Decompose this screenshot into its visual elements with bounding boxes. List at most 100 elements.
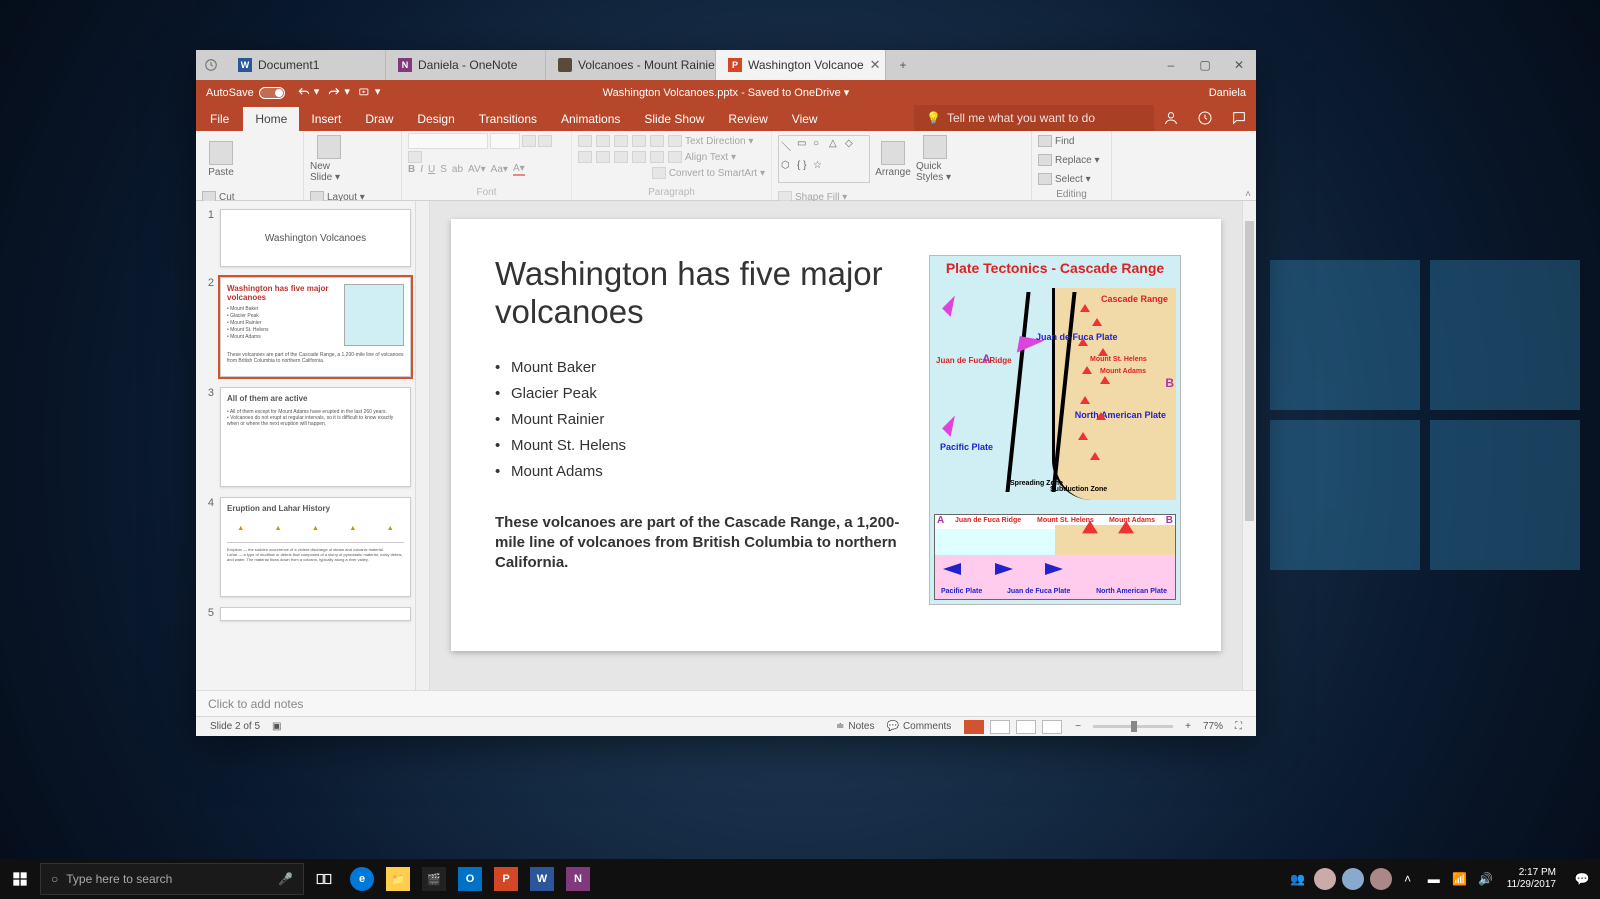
notes-toggle[interactable]: ≐ Notes	[830, 721, 881, 732]
thumbnail-scrollbar[interactable]	[416, 201, 430, 690]
notes-pane[interactable]: Click to add notes	[196, 690, 1256, 716]
taskbar-search[interactable]: ○ Type here to search 🎤	[40, 863, 304, 895]
slide-thumb-3[interactable]: All of them are active • All of them exc…	[220, 387, 411, 487]
slide-thumb-2[interactable]: Washington has five major volcanoes • Mo…	[220, 277, 411, 377]
font-family-input[interactable]	[408, 133, 488, 149]
taskbar-word[interactable]: W	[525, 862, 559, 896]
close-button[interactable]: ✕	[1222, 50, 1256, 80]
font-color-button[interactable]: A▾	[513, 163, 525, 176]
slide-paragraph[interactable]: These volcanoes are part of the Cascade …	[495, 513, 905, 574]
taskbar-explorer[interactable]: 📁	[381, 862, 415, 896]
tab-slideshow[interactable]: Slide Show	[632, 107, 716, 131]
underline-button[interactable]: U	[428, 164, 435, 175]
zoom-in-button[interactable]: +	[1179, 721, 1197, 732]
columns-icon[interactable]	[650, 151, 664, 163]
tab-animations[interactable]: Animations	[549, 107, 632, 131]
align-right-icon[interactable]	[614, 151, 628, 163]
taskbar-edge[interactable]: e	[345, 862, 379, 896]
taskbar-movies[interactable]: 🎬	[417, 862, 451, 896]
slide-thumb-4[interactable]: Eruption and Lahar History ▲▲▲▲▲ Eruptio…	[220, 497, 411, 597]
normal-view-button[interactable]	[964, 720, 984, 734]
char-spacing-button[interactable]: AV▾	[468, 164, 486, 175]
align-center-icon[interactable]	[596, 151, 610, 163]
tab-review[interactable]: Review	[716, 107, 779, 131]
increase-indent-icon[interactable]	[632, 135, 646, 147]
minimize-button[interactable]: –	[1154, 50, 1188, 80]
taskbar-clock[interactable]: 2:17 PM 11/29/2017	[1499, 867, 1564, 891]
tab-insert[interactable]: Insert	[299, 107, 353, 131]
tab-home[interactable]: Home	[243, 107, 299, 131]
bold-button[interactable]: B	[408, 164, 415, 175]
start-button[interactable]	[0, 859, 40, 899]
comments-toggle[interactable]: 💬 Comments	[880, 721, 957, 732]
people-contact-3[interactable]	[1370, 868, 1392, 890]
people-contact-1[interactable]	[1314, 868, 1336, 890]
zoom-level[interactable]: 77%	[1197, 721, 1229, 732]
strikethrough-button[interactable]: S	[440, 164, 447, 175]
tab-view[interactable]: View	[780, 107, 830, 131]
people-contact-2[interactable]	[1342, 868, 1364, 890]
line-spacing-icon[interactable]	[650, 135, 664, 147]
tell-me-search[interactable]: 💡 Tell me what you want to do	[914, 105, 1154, 131]
decrease-font-icon[interactable]	[538, 135, 552, 147]
text-direction-button[interactable]: Text Direction ▾	[668, 133, 753, 149]
comments-icon[interactable]	[1222, 105, 1256, 131]
recent-activity-icon[interactable]	[196, 50, 226, 80]
document-title[interactable]: Washington Volcanoes.pptx - Saved to One…	[603, 86, 850, 99]
mic-icon[interactable]: 🎤	[278, 872, 293, 886]
find-button[interactable]: Find	[1038, 133, 1105, 149]
tab-nps[interactable]: Volcanoes - Mount Rainie	[546, 50, 716, 80]
tray-overflow-icon[interactable]: ˄	[1395, 872, 1421, 886]
replace-button[interactable]: Replace ▾	[1038, 152, 1105, 168]
justify-icon[interactable]	[632, 151, 646, 163]
fit-to-window-button[interactable]: ⛶	[1229, 721, 1248, 732]
accessibility-checker-icon[interactable]: ▣	[266, 721, 287, 732]
slide-thumb-1[interactable]: Washington Volcanoes	[220, 209, 411, 267]
paste-button[interactable]: Paste	[202, 133, 240, 185]
canvas-scrollbar[interactable]	[1242, 201, 1256, 690]
shapes-gallery[interactable]: ＼▭○△ ◇⬡{ }☆	[778, 135, 870, 183]
tab-document1[interactable]: W Document1	[226, 50, 386, 80]
bullets-icon[interactable]	[578, 135, 592, 147]
tab-onenote[interactable]: N Daniela - OneNote	[386, 50, 546, 80]
taskbar-powerpoint[interactable]: P	[489, 862, 523, 896]
signed-in-user[interactable]: Daniela	[1209, 87, 1246, 99]
quick-styles-button[interactable]: Quick Styles ▾	[916, 133, 954, 185]
redo-button[interactable]: ▾	[327, 85, 350, 99]
maximize-button[interactable]: ▢	[1188, 50, 1222, 80]
slide-thumb-5[interactable]	[220, 607, 411, 621]
zoom-out-button[interactable]: −	[1069, 721, 1087, 732]
select-button[interactable]: Select ▾	[1038, 171, 1105, 187]
text-shadow-button[interactable]: ab	[452, 164, 463, 175]
action-center-icon[interactable]: 💬	[1564, 872, 1600, 886]
increase-font-icon[interactable]	[522, 135, 536, 147]
slideshow-view-button[interactable]	[1042, 720, 1062, 734]
people-icon[interactable]: 👥	[1285, 872, 1311, 886]
arrange-button[interactable]: Arrange	[874, 133, 912, 185]
start-from-beginning-button[interactable]: ▾	[358, 85, 381, 99]
taskbar-outlook[interactable]: O	[453, 862, 487, 896]
align-left-icon[interactable]	[578, 151, 592, 163]
decrease-indent-icon[interactable]	[614, 135, 628, 147]
tab-powerpoint-active[interactable]: P Washington Volcanoe ✕	[716, 50, 886, 80]
convert-smartart-button[interactable]: Convert to SmartArt ▾	[652, 165, 765, 181]
change-case-button[interactable]: Aa▾	[491, 164, 508, 175]
autosave-toggle[interactable]: AutoSave	[206, 87, 285, 99]
taskbar-onenote[interactable]: N	[561, 862, 595, 896]
tab-close-icon[interactable]: ✕	[870, 57, 881, 73]
tab-file[interactable]: File	[196, 107, 243, 131]
volume-icon[interactable]: 🔊	[1473, 872, 1499, 886]
slide-title[interactable]: Washington has five major volcanoes	[495, 255, 905, 331]
task-view-button[interactable]	[304, 859, 344, 899]
align-text-button[interactable]: Align Text ▾	[668, 149, 736, 165]
tab-design[interactable]: Design	[405, 107, 466, 131]
slide-bullets[interactable]: Mount Baker Glacier Peak Mount Rainier M…	[495, 355, 905, 485]
numbering-icon[interactable]	[596, 135, 610, 147]
reading-view-button[interactable]	[1016, 720, 1036, 734]
history-icon[interactable]	[1188, 105, 1222, 131]
new-slide-button[interactable]: New Slide ▾	[310, 133, 348, 185]
account-icon[interactable]	[1154, 105, 1188, 131]
collapse-ribbon-icon[interactable]: ˄	[1240, 131, 1256, 200]
tab-transitions[interactable]: Transitions	[467, 107, 549, 131]
slide-thumbnail-panel[interactable]: 1 Washington Volcanoes 2 Washington has …	[196, 201, 416, 690]
